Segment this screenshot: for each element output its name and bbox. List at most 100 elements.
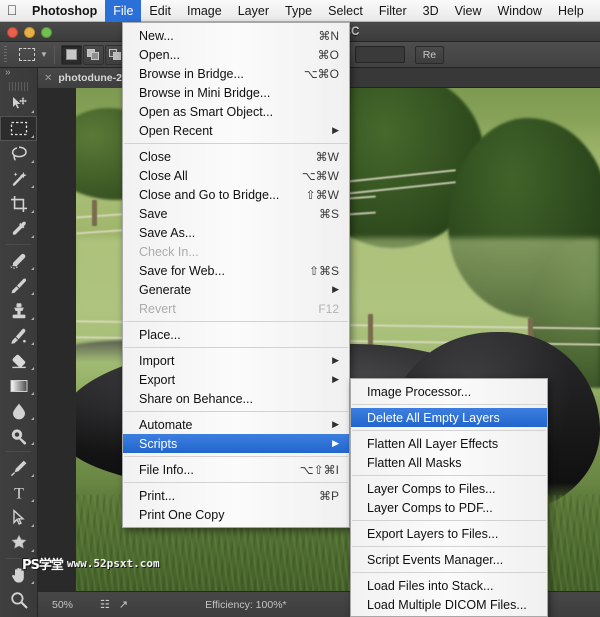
selection-mode-add-button[interactable] — [82, 44, 104, 65]
scripts-menu-item-image-processor[interactable]: Image Processor... — [351, 382, 547, 401]
menu-item-label: Scripts — [139, 436, 178, 451]
file-menu-item-automate[interactable]: Automate ▶ — [123, 415, 349, 434]
menu-item-label: Share on Behance... — [139, 391, 253, 406]
clone-stamp-tool[interactable] — [0, 298, 37, 323]
scripts-menu-item-flatten-all-layer-effects[interactable]: Flatten All Layer Effects — [351, 434, 547, 453]
menubar-item-photoshop[interactable]: Photoshop — [24, 0, 105, 22]
menubar-item-layer[interactable]: Layer — [230, 0, 277, 22]
lasso-tool[interactable] — [0, 141, 37, 166]
menubar-item-type[interactable]: Type — [277, 0, 320, 22]
window-controls — [7, 27, 52, 38]
magic-wand-tool[interactable] — [0, 166, 37, 191]
healing-brush-tool[interactable] — [0, 248, 37, 273]
menu-item-shortcut: ⇧⌘W — [305, 187, 339, 202]
close-window-button[interactable] — [7, 27, 18, 38]
custom-shape-tool[interactable] — [0, 530, 37, 555]
file-menu-item-print-one-copy[interactable]: Print One Copy — [123, 505, 349, 524]
document-info-icon[interactable]: ☷ — [100, 598, 110, 611]
menubar-item-file[interactable]: File — [105, 0, 142, 22]
file-menu-item-browse-in-mini-bridge[interactable]: Browse in Mini Bridge... — [123, 83, 349, 102]
menu-item-label: Automate — [139, 417, 193, 432]
menubar-item-3d[interactable]: 3D — [415, 0, 447, 22]
options-bar-grip[interactable] — [0, 42, 12, 68]
scripts-submenu: Image Processor... Delete All Empty Layer… — [350, 378, 548, 617]
submenu-arrow-icon: ▶ — [332, 419, 339, 429]
submenu-arrow-icon: ▶ — [332, 355, 339, 365]
active-tool-preview-marquee-icon[interactable] — [12, 44, 42, 66]
scripts-menu-item-flatten-all-masks[interactable]: Flatten All Masks — [351, 453, 547, 472]
file-menu-item-open[interactable]: Open... ⌘O — [123, 45, 349, 64]
file-menu-item-browse-in-bridge[interactable]: Browse in Bridge... ⌥⌘O — [123, 64, 349, 83]
file-menu-item-print[interactable]: Print... ⌘P — [123, 486, 349, 505]
scripts-menu-item-load-multiple-dicom-files[interactable]: Load Multiple DICOM Files... — [351, 595, 547, 614]
menubar-item-image[interactable]: Image — [179, 0, 230, 22]
file-menu-item-file-info[interactable]: File Info... ⌥⇧⌘I — [123, 460, 349, 479]
submenu-arrow-icon: ▶ — [332, 284, 339, 294]
tools-panel-collapse-button[interactable] — [0, 67, 37, 82]
apple-logo-icon[interactable]:  — [0, 3, 24, 19]
dodge-tool[interactable] — [0, 423, 37, 448]
move-tool[interactable] — [0, 91, 37, 116]
zoom-tool[interactable] — [0, 587, 37, 612]
crop-tool[interactable] — [0, 191, 37, 216]
rectangular-marquee-tool[interactable] — [0, 116, 37, 141]
file-menu-separator — [124, 143, 348, 144]
refine-edge-button[interactable]: Re — [414, 45, 445, 64]
file-menu-item-new[interactable]: New... ⌘N — [123, 26, 349, 45]
scripts-menu-item-load-files-into-stack[interactable]: Load Files into Stack... — [351, 576, 547, 595]
scripts-menu-separator — [352, 404, 546, 405]
scripts-menu-item-export-layers-to-files[interactable]: Export Layers to Files... — [351, 524, 547, 543]
file-menu-item-export[interactable]: Export ▶ — [123, 370, 349, 389]
scripts-menu-item-layer-comps-to-pdf[interactable]: Layer Comps to PDF... — [351, 498, 547, 517]
menubar-item-help[interactable]: Help — [550, 0, 592, 22]
menubar-item-window[interactable]: Window — [490, 0, 550, 22]
file-menu-item-share-on-behance[interactable]: Share on Behance... — [123, 389, 349, 408]
brush-tool[interactable] — [0, 273, 37, 298]
file-menu-separator — [124, 411, 348, 412]
menu-item-shortcut: ⌥⇧⌘I — [299, 462, 339, 477]
hand-tool[interactable] — [0, 562, 37, 587]
menubar-item-view[interactable]: View — [447, 0, 490, 22]
share-icon[interactable]: ↗ — [119, 598, 128, 611]
history-brush-tool[interactable] — [0, 323, 37, 348]
selection-mode-new-button[interactable] — [60, 44, 82, 65]
tools-panel-grip[interactable] — [9, 82, 28, 91]
scripts-menu-item-delete-all-empty-layers[interactable]: Delete All Empty Layers — [351, 408, 547, 427]
scripts-menu-item-layer-comps-to-files[interactable]: Layer Comps to Files... — [351, 479, 547, 498]
file-menu-item-close[interactable]: Close ⌘W — [123, 147, 349, 166]
file-menu-separator — [124, 456, 348, 457]
zoom-level-value[interactable]: 50% — [38, 599, 100, 611]
maximize-window-button[interactable] — [41, 27, 52, 38]
pen-tool[interactable] — [0, 455, 37, 480]
tools-divider-1 — [6, 244, 31, 245]
file-menu-item-open-recent[interactable]: Open Recent ▶ — [123, 121, 349, 140]
eyedropper-tool[interactable] — [0, 216, 37, 241]
menubar-item-filter[interactable]: Filter — [371, 0, 415, 22]
file-menu-item-save-for-web[interactable]: Save for Web... ⇧⌘S — [123, 261, 349, 280]
eraser-tool[interactable] — [0, 348, 37, 373]
file-menu-item-save-as[interactable]: Save As... — [123, 223, 349, 242]
file-menu-item-close-and-go-to-bridge[interactable]: Close and Go to Bridge... ⇧⌘W — [123, 185, 349, 204]
minimize-window-button[interactable] — [24, 27, 35, 38]
file-menu-item-scripts[interactable]: Scripts ▶ — [123, 434, 349, 453]
tool-preset-chevron-down-icon[interactable]: ▼ — [40, 50, 48, 59]
file-menu-item-place[interactable]: Place... — [123, 325, 349, 344]
menu-item-label: Revert — [139, 301, 176, 316]
menu-item-label: Export — [139, 372, 176, 387]
scripts-menu-item-script-events-manager[interactable]: Script Events Manager... — [351, 550, 547, 569]
menubar-item-select[interactable]: Select — [320, 0, 371, 22]
height-input[interactable] — [354, 46, 405, 63]
type-tool[interactable]: T — [0, 480, 37, 505]
gradient-tool[interactable] — [0, 373, 37, 398]
file-menu-item-save[interactable]: Save ⌘S — [123, 204, 349, 223]
close-icon[interactable]: ✕ — [44, 73, 52, 84]
file-menu-item-generate[interactable]: Generate ▶ — [123, 280, 349, 299]
menu-item-label: Load Files into Stack... — [367, 578, 494, 593]
file-menu-item-import[interactable]: Import ▶ — [123, 351, 349, 370]
file-menu-item-close-all[interactable]: Close All ⌥⌘W — [123, 166, 349, 185]
menu-item-shortcut: ⌥⌘W — [301, 168, 339, 183]
menubar-item-edit[interactable]: Edit — [141, 0, 179, 22]
file-menu-item-open-as-smart-object[interactable]: Open as Smart Object... — [123, 102, 349, 121]
path-selection-tool[interactable] — [0, 505, 37, 530]
blur-tool[interactable] — [0, 398, 37, 423]
